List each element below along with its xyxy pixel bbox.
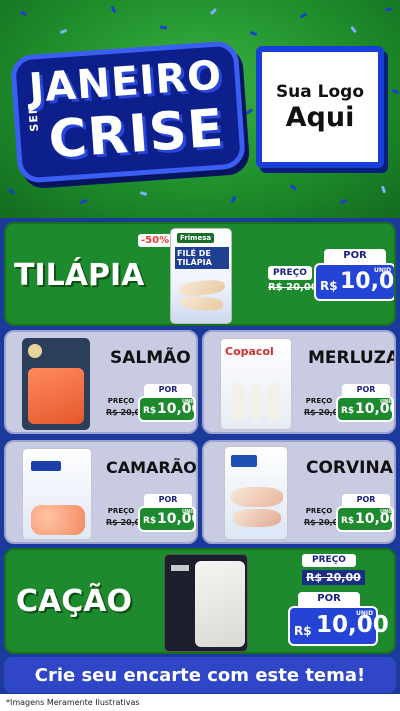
- corvina-package-image: [224, 446, 288, 540]
- store-logo-placeholder[interactable]: Sua Logo Aqui: [256, 46, 384, 168]
- product-name: CORVINA: [306, 458, 393, 478]
- preco-label: PREÇO: [305, 397, 333, 405]
- unit-label: UNID: [182, 399, 197, 405]
- price-box: R$ 10,00 UNID: [336, 506, 394, 532]
- por-label: POR: [144, 494, 192, 506]
- product-card-cacao[interactable]: CAÇÃO PREÇO R$ 20,00 POR R$ 10,00 UNID: [4, 548, 396, 654]
- merluza-package-image: Copacol: [220, 338, 292, 430]
- product-card-corvina[interactable]: CORVINA POR PREÇO R$ 20,00 R$ 10,00 UNID: [202, 440, 396, 544]
- currency-symbol: R$: [143, 516, 157, 526]
- discount-badge: -50%: [138, 234, 173, 247]
- campaign-title-small: SEM: [26, 101, 42, 133]
- preco-label: PREÇO: [107, 397, 135, 405]
- unit-label: UNID: [380, 399, 395, 405]
- disclaimer-text: *Imagens Meramente Ilustrativas: [6, 698, 140, 707]
- create-flyer-cta[interactable]: Crie seu encarte com este tema!: [4, 657, 396, 693]
- por-label: POR: [342, 494, 390, 506]
- price-box: R$ 10,00 UNID: [138, 506, 196, 532]
- product-name: CAÇÃO: [16, 584, 132, 619]
- unit-label: UNID: [182, 509, 197, 515]
- product-card-salmao[interactable]: SALMÃO POR PREÇO R$ 20,00 R$ 10,00 UNID: [4, 330, 198, 434]
- currency-symbol: R$: [143, 406, 157, 416]
- unit-label: UNID: [374, 267, 392, 274]
- logo-placeholder-line1: Sua Logo: [275, 81, 365, 102]
- currency-symbol: R$: [341, 516, 355, 526]
- currency-symbol: R$: [294, 624, 312, 638]
- logo-placeholder-line2: Aqui: [285, 101, 355, 133]
- price-box: R$ 10,00 UNID: [288, 606, 389, 646]
- header-banner: JANEIRO SEM CRISE Sua Logo Aqui: [0, 0, 400, 218]
- currency-symbol: R$: [341, 406, 355, 416]
- por-label: POR: [144, 384, 192, 396]
- preco-label: PREÇO: [268, 266, 312, 280]
- unit-label: UNID: [380, 509, 395, 515]
- product-name: TILÁPIA: [14, 258, 145, 293]
- product-card-camarao[interactable]: CAMARÃO POR PREÇO R$ 20,00 R$ 10,00 UNID: [4, 440, 198, 544]
- currency-symbol: R$: [320, 279, 338, 293]
- product-name: SALMÃO: [110, 348, 191, 368]
- package-title: FILÉ DE TILÁPIA: [175, 247, 229, 269]
- price-box: R$ 10,00 UNID: [314, 263, 394, 301]
- unit-label: UNID: [356, 610, 374, 617]
- por-label: POR: [298, 592, 360, 606]
- preco-label: PREÇO: [305, 507, 333, 515]
- package-brand: Frimesa: [177, 233, 215, 243]
- old-price: R$ 20,00: [302, 570, 365, 585]
- price-box: R$ 10,00 UNID: [336, 396, 394, 422]
- price-value: 10,00: [316, 612, 389, 638]
- salmon-package-image: [22, 338, 90, 430]
- old-price: R$ 20,00: [268, 282, 318, 293]
- product-card-merluza[interactable]: Copacol MERLUZA POR PREÇO R$ 20,00 R$ 10…: [202, 330, 396, 434]
- campaign-logo: JANEIRO SEM CRISE: [9, 40, 247, 184]
- preco-label: PREÇO: [302, 554, 356, 567]
- price-box: R$ 10,00 UNID: [138, 396, 196, 422]
- por-label: POR: [342, 384, 390, 396]
- package-brand: Copacol: [225, 345, 274, 358]
- por-label: POR: [324, 249, 386, 263]
- campaign-title-line2: CRISE: [46, 98, 226, 171]
- product-card-tilapia[interactable]: TILÁPIA -50% Frimesa FILÉ DE TILÁPIA PRE…: [4, 222, 396, 326]
- shrimp-package-image: [22, 448, 92, 540]
- preco-label: PREÇO: [107, 507, 135, 515]
- product-name: CAMARÃO: [106, 458, 197, 477]
- tilapia-package-image: Frimesa FILÉ DE TILÁPIA: [170, 228, 232, 324]
- product-name: MERLUZA: [308, 348, 396, 368]
- cacao-package-image: [164, 554, 248, 652]
